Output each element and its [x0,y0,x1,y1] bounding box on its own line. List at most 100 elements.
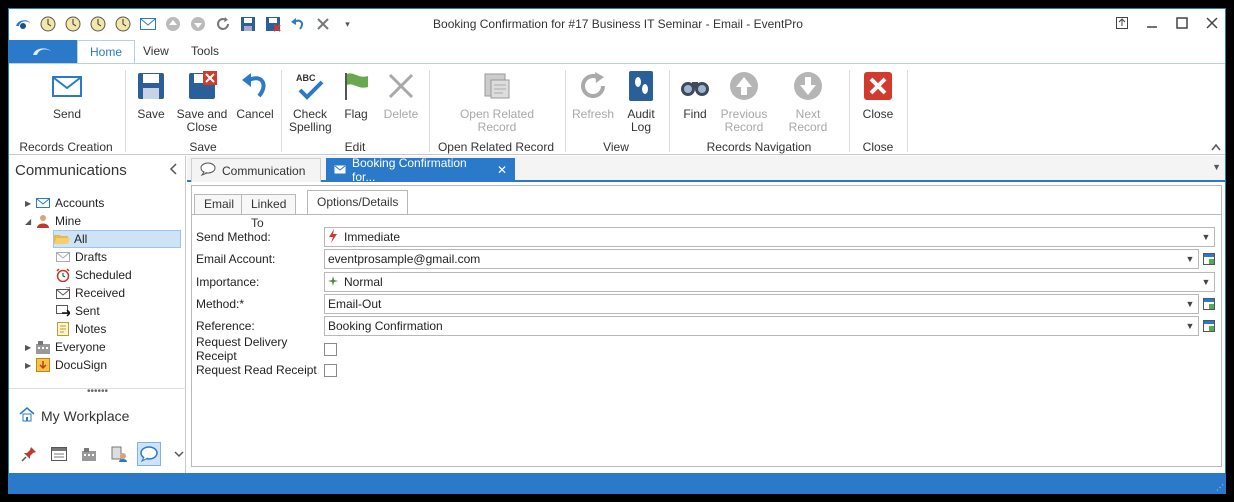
method-select[interactable]: Email-Out ▼ [324,294,1199,314]
refresh-label: Refresh [571,107,615,121]
add-record-icon[interactable] [1201,250,1217,268]
save-button[interactable]: Save [133,70,169,121]
read-receipt-label: Request Read Receipt [196,363,317,377]
audit-log-icon [629,71,653,101]
delete-button[interactable]: Delete [381,70,421,121]
window-title: Booking Confirmation for #17 Business IT… [433,17,803,31]
delivery-receipt-checkbox[interactable] [324,343,337,356]
ribbon-tab-row: Home View Tools [9,40,1225,63]
tree-item-sent[interactable]: Sent [55,302,100,320]
next-record-label: Next Record [788,107,828,134]
undo-icon [242,73,266,98]
importance-select[interactable]: Normal ▼ [324,272,1215,292]
next-record-button[interactable]: Next Record [775,70,841,134]
dropdown-arrow-icon[interactable]: ▼ [1182,295,1198,313]
calendar-list-icon[interactable] [47,442,71,466]
save-and-close-label-2: Close [186,120,218,134]
tree-item-scheduled[interactable]: Scheduled [55,266,132,284]
save-and-close-button[interactable]: Save and Close [175,70,229,134]
maximize-icon[interactable] [1173,13,1191,33]
dropdown-arrow-icon[interactable]: ▼ [1198,228,1214,246]
expand-arrow-icon[interactable]: ▶ [25,361,35,370]
reference-select[interactable]: Booking Confirmation ▼ [324,316,1199,336]
more-modules-chevron-icon[interactable] [167,442,191,466]
send-method-select[interactable]: Immediate ▼ [324,227,1215,247]
close-icon[interactable] [1203,13,1221,33]
building-icon [35,339,51,355]
tree-item-everyone[interactable]: ▶ Everyone [25,338,106,356]
email-account-select[interactable]: eventprosample@gmail.com ▼ [324,249,1199,269]
cancel-button[interactable]: Cancel [235,70,275,121]
tab-underline [192,214,1221,215]
pin-icon[interactable] [1113,13,1131,33]
audit-log-button[interactable]: Audit Log [621,70,661,134]
find-button[interactable]: Find [677,70,713,121]
group-separator [669,70,670,152]
previous-record-button[interactable]: Previous Record [719,70,769,134]
dropdown-arrow-icon[interactable]: ▼ [1182,317,1198,335]
refresh-button[interactable]: Refresh [571,70,615,121]
tree-item-accounts[interactable]: ▶ Accounts [25,194,104,212]
flag-button[interactable]: Flag [339,70,373,121]
open-related-record-button[interactable]: Open Related Record [457,70,537,134]
speech-bubble-icon[interactable] [137,442,161,466]
tab-close-icon[interactable]: ✕ [497,163,507,177]
row-read-receipt: Request Read Receipt [196,360,324,380]
pushpin-icon[interactable] [17,442,41,466]
folder-open-icon [54,231,70,247]
expand-arrow-icon[interactable]: ▶ [25,343,35,352]
tree-item-drafts[interactable]: Drafts [55,248,107,266]
docusign-icon [35,357,51,373]
check-spelling-label-2: Spelling [289,120,332,134]
add-record-icon[interactable] [1201,317,1217,335]
tab-communication[interactable]: Communication [191,158,321,182]
expand-arrow-icon[interactable]: ▶ [25,199,35,208]
send-button[interactable]: Send [47,70,87,121]
nav-collapse-icon[interactable] [169,162,177,178]
window-controls [1113,13,1221,33]
tree-item-label: Everyone [55,340,106,354]
group-separator [565,70,566,152]
tree-item-label: Accounts [55,196,105,210]
tab-tools[interactable]: Tools [179,40,231,63]
subtab-linked-to[interactable]: Linked To [241,194,297,230]
dropdown-arrow-icon[interactable]: ▼ [1182,250,1198,268]
tab-home[interactable]: Home [77,40,136,63]
email-account-value: eventprosample@gmail.com [328,252,481,266]
user-icon [35,213,51,229]
tab-list-dropdown-icon[interactable]: ▼ [1212,162,1221,172]
tree-item-docusign[interactable]: ▶ DocuSign [25,356,107,374]
tab-booking-confirmation[interactable]: Booking Confirmation for... ✕ [326,156,515,184]
application-menu-button[interactable] [9,40,77,63]
contacts-icon[interactable] [107,442,131,466]
pane-splitter-grip[interactable]: •••••• [9,387,186,397]
minimize-icon[interactable] [1143,13,1161,33]
tree-item-received[interactable]: Received [55,284,125,302]
refresh-icon [581,72,605,98]
building-icon[interactable] [77,442,101,466]
check-spelling-button[interactable]: ABC Check Spelling [289,70,332,134]
save-icon [138,73,164,99]
tree-item-mine[interactable]: ◢ Mine [25,212,81,230]
normal-importance-icon [328,275,338,289]
group-save: Save [189,140,217,154]
close-button[interactable]: Close [859,70,897,121]
dropdown-arrow-icon[interactable]: ▼ [1198,273,1214,291]
read-receipt-checkbox[interactable] [324,364,337,377]
tree-item-all[interactable]: All [53,230,181,248]
subtab-options-details[interactable]: Options/Details [307,190,409,215]
status-bar: ⋰ [9,473,1225,493]
resize-grip-icon[interactable]: ⋰ [1216,483,1224,492]
tab-view[interactable]: View [131,40,181,63]
my-workplace-button[interactable]: My Workplace [19,406,129,425]
method-label: Method:* [196,297,245,311]
add-record-icon[interactable] [1201,295,1217,313]
send-method-value-wrap: Immediate [328,228,400,246]
subtab-email[interactable]: Email [194,194,245,214]
collapse-arrow-icon[interactable]: ◢ [25,217,35,226]
title-bar: ▾ Booking Confirmation for #17 Business … [9,9,1225,39]
open-related-label-2: Record [477,120,517,134]
ribbon-collapse-icon[interactable] [1211,142,1221,154]
tree-item-notes[interactable]: Notes [55,320,106,338]
send-mail-icon [52,76,82,97]
